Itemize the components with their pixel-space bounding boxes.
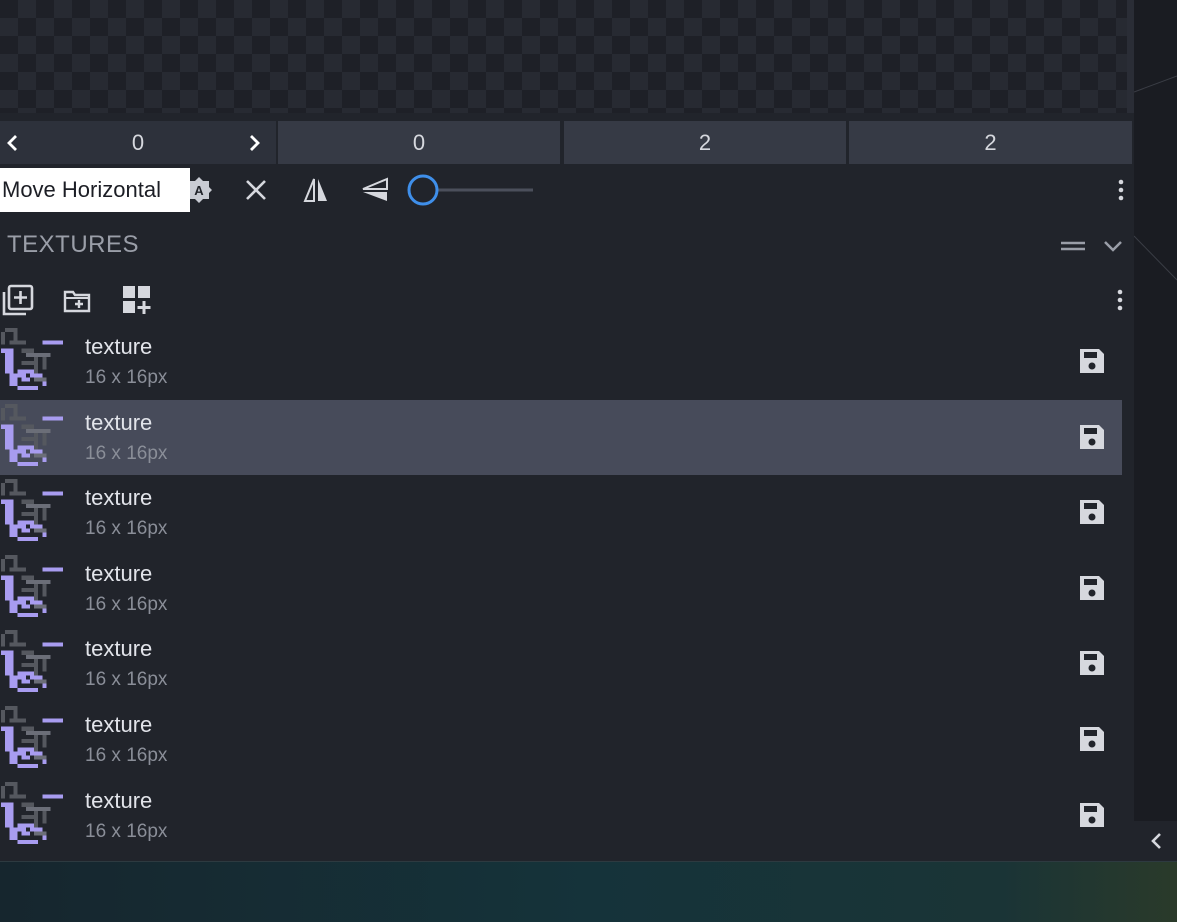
texture-list-item[interactable]: texture 16 x 16px [0,551,1122,627]
texture-thumbnail [1,328,63,390]
texture-dimensions: 16 x 16px [85,744,168,766]
more-vertical-icon [1118,179,1124,201]
create-texture-button[interactable] [122,285,152,315]
save-icon[interactable] [1076,799,1108,831]
chevron-left-icon [1150,833,1161,849]
uv-field-width-value: 2 [698,129,712,155]
clear-uv-button[interactable] [241,167,271,213]
mirror-x-button[interactable] [300,167,332,213]
texture-dimensions: 16 x 16px [85,669,168,691]
add-texture-icon [2,284,34,316]
collapse-panel-button[interactable] [1134,821,1177,861]
texture-list-item[interactable]: texture 16 x 16px [0,475,1122,551]
texture-name: texture [85,711,153,737]
fold-panel-button[interactable] [1060,237,1086,255]
collapse-textures-button[interactable] [1102,235,1124,257]
texture-preview-canvas[interactable] [0,0,1127,113]
texture-thumbnail [1,630,63,693]
texture-thumbnail [1,479,63,542]
more-vertical-icon [1117,289,1123,311]
uv-field-x[interactable]: 0 [0,121,276,164]
textures-panel-title: TEXTURES [7,231,140,258]
texture-list-item[interactable]: texture 16 x 16px [0,399,1122,476]
texture-list-item[interactable]: texture 16 x 16px [0,324,1122,400]
create-texture-icon [123,286,151,314]
save-icon[interactable] [1076,572,1108,604]
uv-inputs: 0 0 2 2 [0,121,1132,164]
uv-rotation-slider[interactable] [406,167,536,213]
texture-name: texture [85,560,153,586]
fold-icon [1061,241,1085,251]
slider [407,174,533,206]
save-icon[interactable] [1076,345,1108,377]
mirror-horizontal-icon [303,178,327,202]
texture-name: texture [85,485,153,511]
texture-list-item[interactable]: texture 16 x 16px [0,702,1122,778]
chevron-down-icon [1104,241,1122,252]
add-texture-button[interactable] [2,284,34,316]
uv-next-button[interactable] [243,121,267,164]
texture-dimensions: 16 x 16px [85,518,168,540]
texture-list-item[interactable]: texture 16 x 16px [0,778,1122,854]
texture-thumbnail [1,705,63,768]
uv-prev-button[interactable] [0,121,24,164]
import-texture-button[interactable] [63,287,91,315]
textures-toolbar [0,279,1134,321]
texture-thumbnail [1,781,63,844]
texture-name: texture [85,409,153,435]
uv-and-textures-panel: 0 0 2 2 A Move Horizontal TEXTURES textu… [0,113,1134,861]
uv-field-x-value: 0 [131,129,145,155]
close-icon [246,180,266,200]
save-icon[interactable] [1076,496,1108,528]
textures-more-button[interactable] [1117,289,1125,313]
save-icon[interactable] [1076,647,1108,679]
texture-name: texture [85,636,153,662]
save-icon[interactable] [1076,723,1108,755]
texture-dimensions: 16 x 16px [85,820,168,842]
tooltip: Move Horizontal [0,168,190,212]
chevron-right-icon [250,134,260,151]
texture-dimensions: 16 x 16px [85,442,168,464]
uv-field-width[interactable]: 2 [564,121,846,164]
status-bar [0,861,1177,922]
preview-scrollbar[interactable] [1127,0,1134,115]
chevron-left-icon [7,134,17,151]
texture-list: texture 16 x 16px texture 16 x 16px text… [0,324,1122,853]
uv-field-height-value: 2 [984,129,997,155]
texture-dimensions: 16 x 16px [85,367,168,388]
mirror-y-button[interactable] [359,167,391,213]
texture-list-item[interactable]: texture 16 x 16px [0,626,1122,702]
texture-name: texture [85,787,153,813]
uv-field-y[interactable]: 0 [278,121,560,164]
uv-more-button[interactable] [1112,167,1130,213]
texture-name: texture [85,334,153,359]
texture-thumbnail [1,554,63,617]
svg-text:A: A [194,183,204,198]
viewport-edge [1134,0,1177,821]
import-texture-icon [63,290,91,313]
tooltip-text: Move Horizontal [2,177,161,202]
texture-dimensions: 16 x 16px [85,593,168,615]
uv-field-height[interactable]: 2 [849,121,1132,164]
uv-field-y-value: 0 [412,129,426,155]
mirror-vertical-icon [362,177,388,201]
texture-thumbnail [1,403,63,466]
save-icon[interactable] [1076,421,1108,453]
